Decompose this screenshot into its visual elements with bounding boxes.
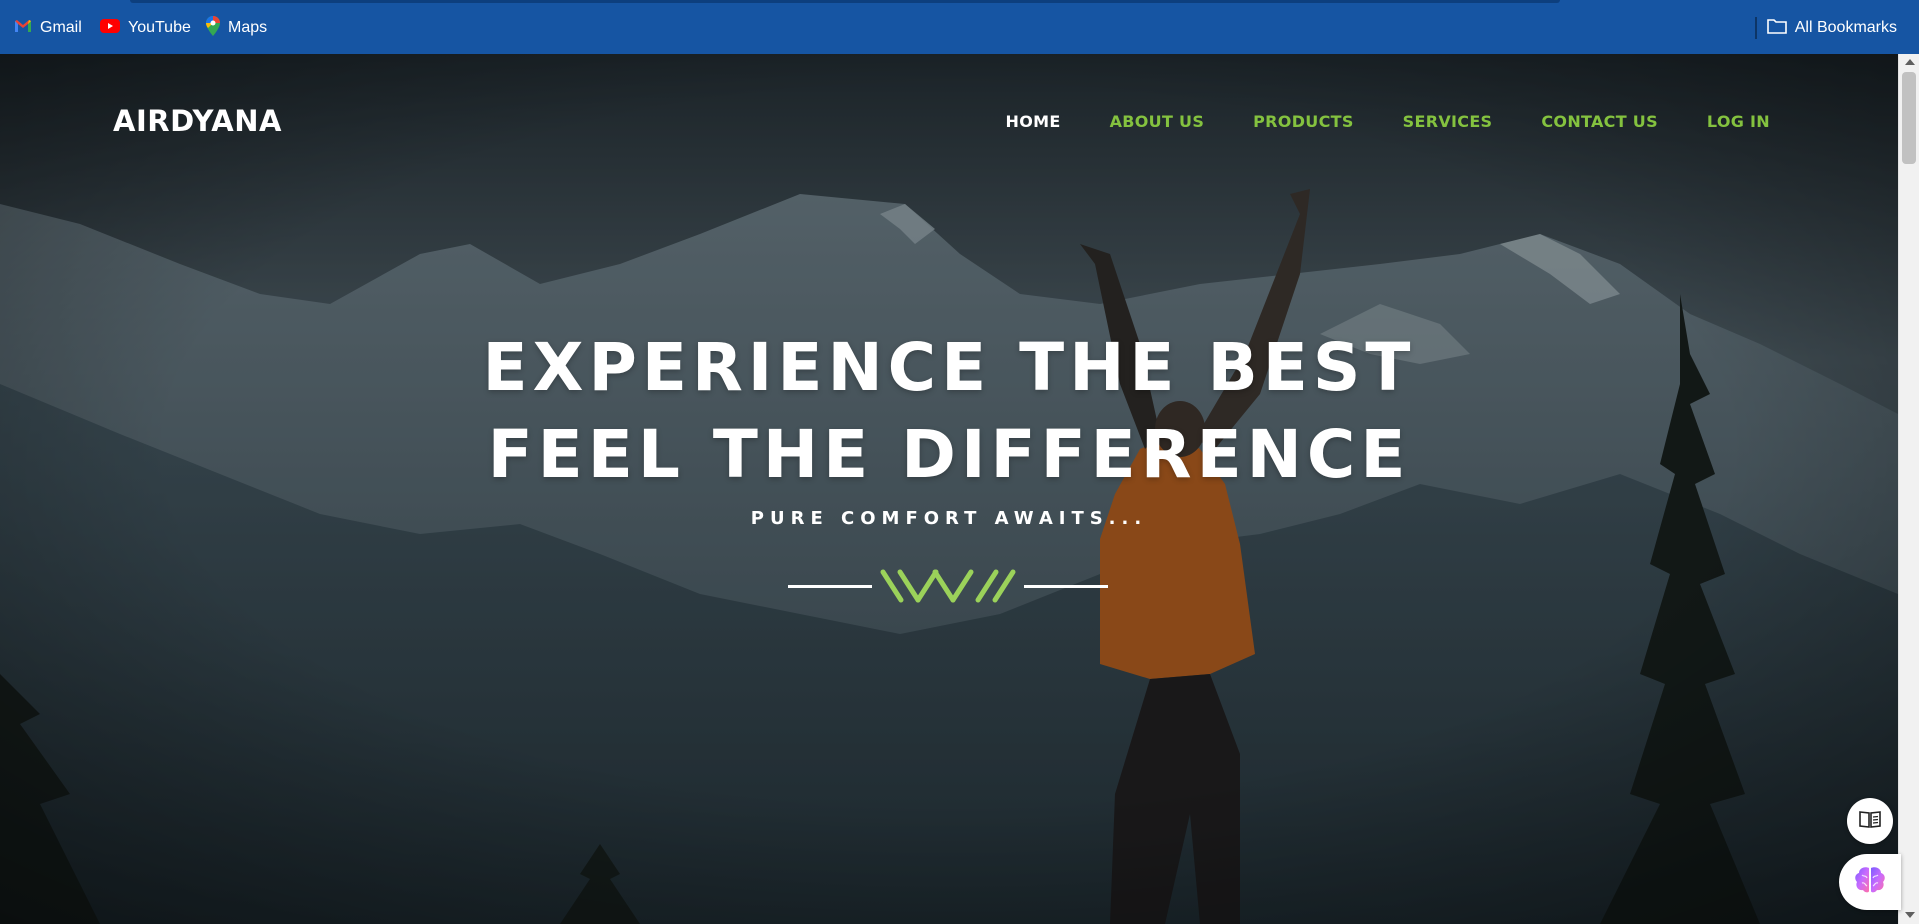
bookmark-label: Gmail <box>40 19 82 36</box>
nav-about-us[interactable]: ABOUT US <box>1110 112 1205 131</box>
reading-mode-button[interactable] <box>1847 798 1893 844</box>
nav-services[interactable]: SERVICES <box>1403 112 1493 131</box>
bookmark-youtube[interactable]: YouTube <box>100 16 191 40</box>
maps-icon <box>206 15 220 41</box>
all-bookmarks-button[interactable]: All Bookmarks <box>1766 16 1897 40</box>
bookmark-label: YouTube <box>128 19 191 36</box>
bookmark-gmail[interactable]: Gmail <box>14 16 82 40</box>
ai-assistant-button[interactable] <box>1839 854 1901 910</box>
nav-log-in[interactable]: LOG IN <box>1707 112 1770 131</box>
main-nav: HOME ABOUT US PRODUCTS SERVICES CONTACT … <box>1006 112 1770 131</box>
scroll-down-arrow-icon[interactable] <box>1905 912 1915 918</box>
bookmarks-bar: Gmail YouTube Maps All Bookmarks <box>0 0 1919 54</box>
hero-divider-ornament <box>788 568 1110 604</box>
bookmark-maps[interactable]: Maps <box>206 15 268 41</box>
hero-headline-line1: EXPERIENCE THE BEST <box>482 329 1416 406</box>
scrollbar-thumb[interactable] <box>1902 72 1916 164</box>
site-logo[interactable]: AIRDYANA <box>113 104 282 138</box>
all-bookmarks-label: All Bookmarks <box>1794 19 1897 36</box>
gmail-icon <box>14 19 32 38</box>
nav-products[interactable]: PRODUCTS <box>1253 112 1354 131</box>
hero-tagline: PURE COMFORT AWAITS... <box>750 508 1148 529</box>
book-icon <box>1858 809 1882 834</box>
youtube-icon <box>100 18 120 38</box>
bookmark-label: Maps <box>228 19 268 36</box>
scroll-up-arrow-icon[interactable] <box>1905 59 1915 65</box>
folder-icon <box>1766 18 1787 39</box>
tab-strip-edge <box>130 0 1560 3</box>
brain-icon <box>1853 865 1887 900</box>
nav-home[interactable]: HOME <box>1006 112 1061 131</box>
hero-headline-line2: FEEL THE DIFFERENCE <box>487 416 1411 493</box>
nav-contact-us[interactable]: CONTACT US <box>1541 112 1658 131</box>
page-viewport: AIRDYANA HOME ABOUT US PRODUCTS SERVICES… <box>0 54 1898 924</box>
page-scrollbar[interactable] <box>1898 54 1919 924</box>
bookmarks-divider <box>1755 17 1757 39</box>
